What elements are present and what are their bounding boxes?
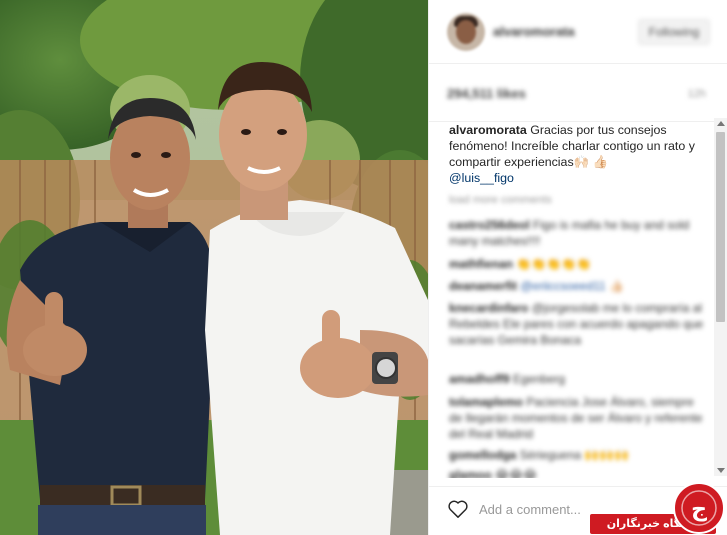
- add-comment-input[interactable]: Add a comment...: [479, 502, 581, 517]
- author-avatar[interactable]: [447, 13, 485, 51]
- watermark-logo-letter: ج: [691, 497, 707, 522]
- like-count[interactable]: 294,511 likes: [447, 86, 526, 101]
- comment-text: Egenberg: [509, 372, 566, 386]
- author-username[interactable]: alvaromorata: [493, 24, 575, 39]
- post-caption: alvaromorata Gracias por tus consejos fe…: [449, 122, 711, 186]
- caption-mention[interactable]: @luis__figo: [449, 171, 514, 185]
- comment-username[interactable]: mathfienan: [449, 257, 513, 271]
- comments-scrollbar[interactable]: [714, 118, 727, 476]
- load-more-comments[interactable]: load more comments: [449, 194, 552, 206]
- comment-text: @eriiccsoeed11 👍🏻: [517, 279, 624, 293]
- post-header: alvaromorata Following: [429, 0, 727, 64]
- post-details-panel: alvaromorata Following 294,511 likes 12h…: [428, 0, 727, 535]
- comment-username[interactable]: knecardinfaro: [449, 301, 528, 315]
- comment-text: Sérieguena 🙌🙌🙌: [516, 448, 630, 462]
- comment-username[interactable]: deanamerfit: [449, 279, 517, 293]
- following-button[interactable]: Following: [638, 19, 710, 45]
- watermark-logo-icon: ج: [673, 482, 725, 534]
- scroll-up-arrow-icon[interactable]: [717, 121, 725, 126]
- comment-item: castro256deol Figo is mafia he buy and s…: [449, 217, 709, 249]
- comment-text: 👏👏👏👏👏: [513, 257, 592, 271]
- comment-username[interactable]: glamoo: [449, 468, 492, 478]
- comment-item: tolamaplemo Paciencia Jose Álvaro, siemp…: [449, 394, 709, 442]
- comment-item: mathfienan 👏👏👏👏👏: [449, 256, 709, 272]
- comment-item: knecardinfaro @jorgesolab me lo comprarí…: [449, 300, 709, 348]
- post-timestamp[interactable]: 12h: [688, 88, 706, 100]
- scroll-down-arrow-icon[interactable]: [717, 468, 725, 473]
- likes-row: 294,511 likes 12h: [429, 64, 727, 122]
- comment-username[interactable]: gomellodga: [449, 448, 516, 462]
- comment-username[interactable]: amadhoff9: [449, 372, 510, 386]
- comment-item: amadhoff9 Egenberg: [449, 371, 709, 387]
- comment-text: 😂😂😂: [491, 468, 538, 478]
- comments-list: alvaromorata Gracias por tus consejos fe…: [429, 122, 715, 478]
- comment-item: deanamerfit @eriiccsoeed11 👍🏻: [449, 278, 709, 294]
- photo-illustration: [0, 0, 428, 535]
- heart-icon[interactable]: [447, 499, 469, 519]
- comment-username[interactable]: castro256deol: [449, 218, 530, 232]
- caption-username[interactable]: alvaromorata: [449, 123, 527, 137]
- scroll-thumb[interactable]: [716, 132, 725, 322]
- post-photo: [0, 0, 428, 535]
- comment-item: gomellodga Sérieguena 🙌🙌🙌: [449, 447, 709, 463]
- comment-item: glamoo 😂😂😂: [449, 467, 709, 478]
- comment-username[interactable]: tolamaplemo: [449, 395, 523, 409]
